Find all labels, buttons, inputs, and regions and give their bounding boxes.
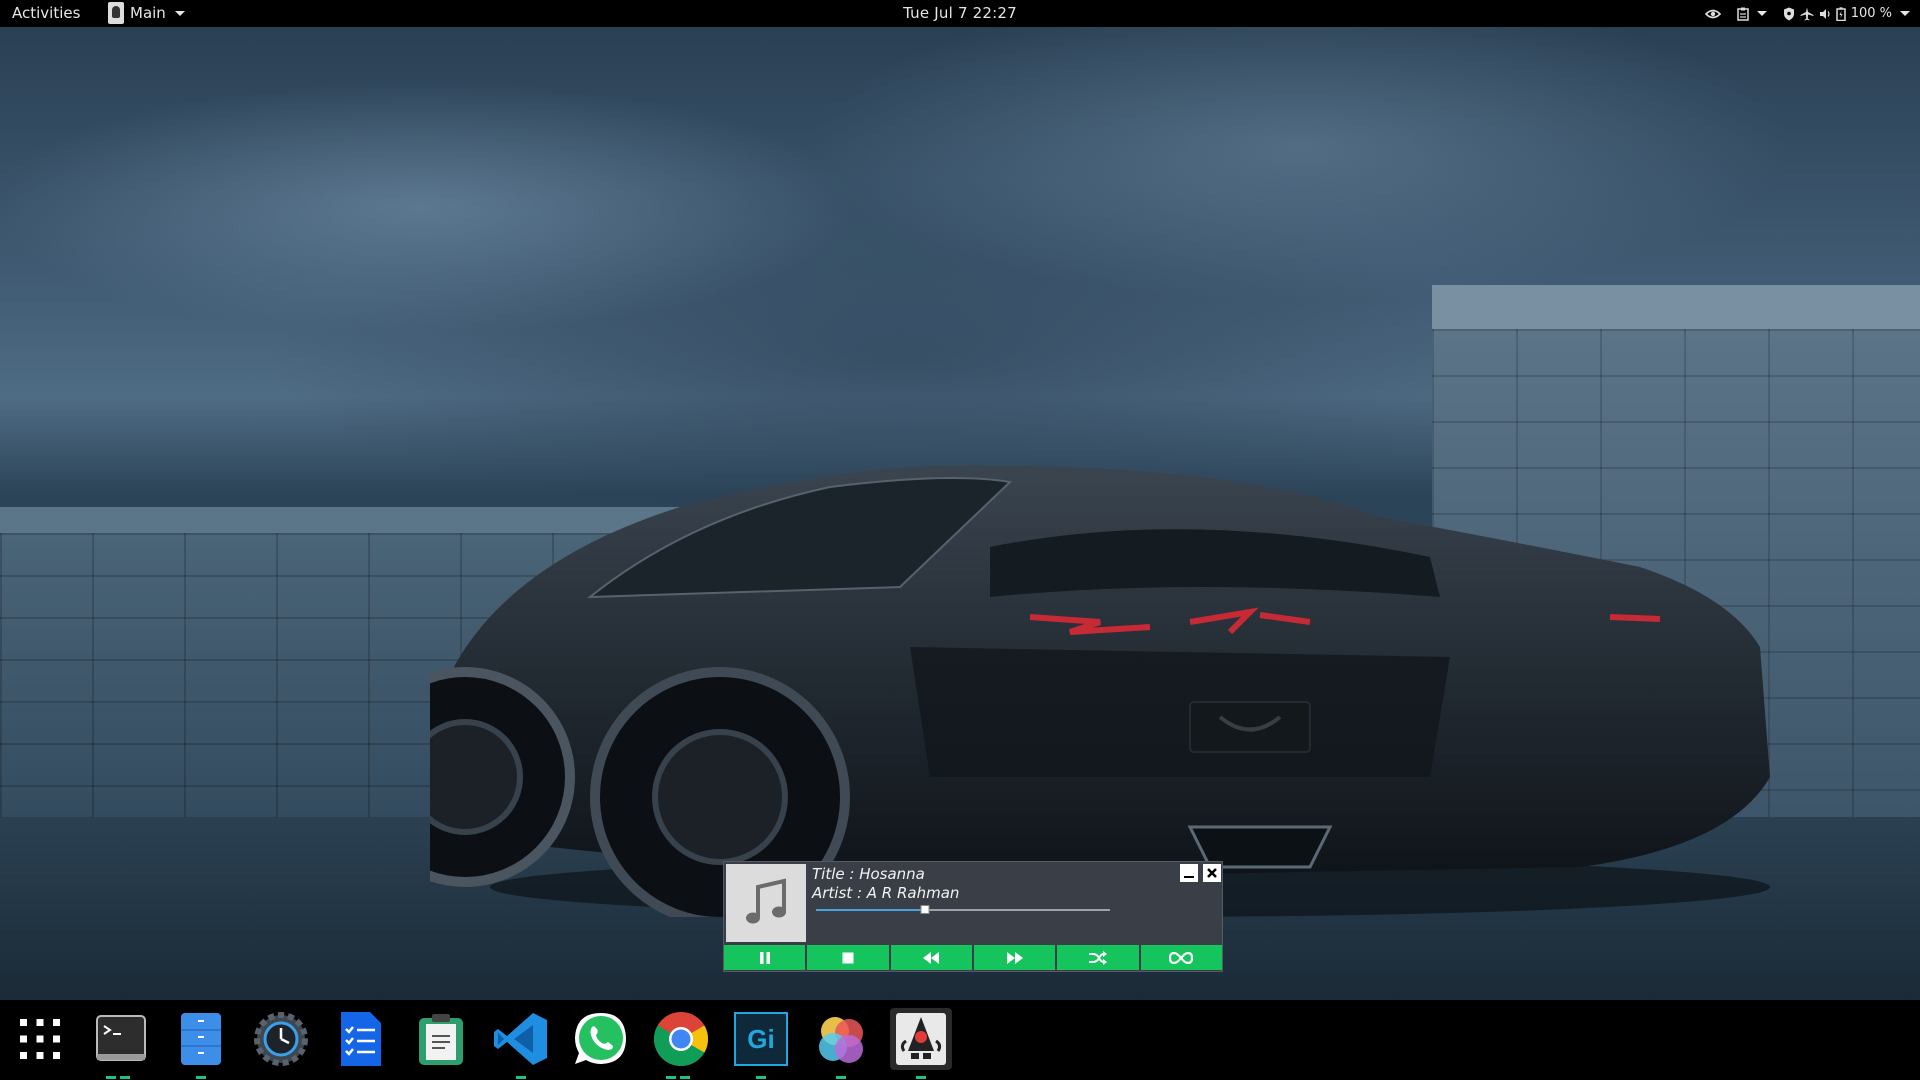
battery-icon [1835,6,1846,21]
tray-eye[interactable] [1704,8,1721,20]
running-indicator [516,1076,526,1079]
dock-color-app[interactable] [810,1008,872,1079]
seek-bar-fill [816,909,925,911]
dock-terminal[interactable] [90,1008,152,1079]
app-grid-icon [20,1019,60,1059]
chevron-down-icon [1756,11,1767,16]
minimize-button[interactable] [1180,864,1198,882]
close-icon [1207,868,1217,878]
player-controls [724,945,1222,970]
shield-icon [1783,7,1794,20]
dock-files[interactable] [170,1008,232,1079]
top-bar: Activities Main Tue Jul 7 22:27 100 % [0,0,1920,27]
running-indicator [666,1076,690,1079]
rewind-button[interactable] [890,945,972,970]
close-button[interactable] [1203,864,1221,882]
dock: Gi [0,1000,1920,1080]
fast-forward-button[interactable] [973,945,1056,970]
tray-clipboard[interactable] [1736,7,1767,21]
dock-system-monitor[interactable] [250,1008,312,1070]
show-applications-button[interactable] [9,1008,71,1070]
app-menu[interactable]: Main [108,2,185,24]
dock-java-app[interactable] [890,1008,952,1079]
system-tray: 100 % [1704,0,1910,27]
album-art [726,864,806,942]
clipboard-tray-icon [1736,7,1749,21]
dock-tasks[interactable] [330,1008,392,1070]
battery-percent: 100 % [1850,6,1892,21]
pause-icon [759,951,770,964]
wallpaper-car [430,464,1770,917]
shuffle-button[interactable] [1057,945,1139,970]
running-indicator [916,1076,926,1079]
desktop-wallpaper [0,27,1920,1000]
minimize-icon [1184,876,1194,878]
seek-handle[interactable] [920,905,930,914]
color-circles-icon [819,1017,863,1063]
stop-button[interactable] [807,945,889,970]
svg-text:Gi: Gi [747,1024,774,1054]
files-icon [181,1013,221,1065]
dock-whatsapp[interactable] [570,1008,632,1070]
java-duke-icon [896,1013,946,1065]
fast-forward-icon [1006,951,1023,964]
repeat-button[interactable] [1140,945,1222,970]
seek-bar[interactable] [816,905,1110,914]
clipboard-icon [419,1014,463,1065]
dock-chrome[interactable] [650,1008,712,1079]
tray-status[interactable]: 100 % [1783,6,1910,21]
dock-vscode[interactable] [490,1008,552,1079]
chevron-down-icon [1900,11,1910,16]
running-indicator [756,1076,766,1079]
pause-button[interactable] [724,945,806,970]
music-player-widget: Title : Hosanna Artist : A R Rahman [723,861,1223,972]
track-artist: Artist : A R Rahman [812,884,960,902]
activities-button[interactable]: Activities [12,4,80,22]
app-menu-icon [108,2,124,24]
airplane-icon [1800,7,1814,20]
chevron-down-icon [174,10,185,16]
terminal-icon [96,1015,146,1061]
infinity-loop-icon [1169,951,1194,964]
track-title: Title : Hosanna [812,865,925,883]
vscode-icon [494,1013,547,1065]
clock[interactable]: Tue Jul 7 22:27 [903,4,1017,22]
eye-icon [1704,9,1721,18]
volume-icon [1819,8,1830,19]
whatsapp-icon [575,1013,626,1064]
running-indicator [196,1076,206,1079]
checklist-icon [341,1012,381,1066]
rewind-icon [923,951,940,964]
gear-clock-icon [254,1012,308,1066]
music-note-icon [746,878,786,924]
stop-icon [842,952,854,963]
gi-icon: Gi [734,1012,788,1066]
chrome-icon [653,1012,709,1067]
app-menu-label: Main [130,4,166,22]
dock-notes[interactable] [410,1008,472,1070]
running-indicator [836,1076,846,1079]
running-indicator [106,1076,130,1079]
dock-gi-app[interactable]: Gi [730,1008,792,1079]
shuffle-icon [1088,950,1107,965]
